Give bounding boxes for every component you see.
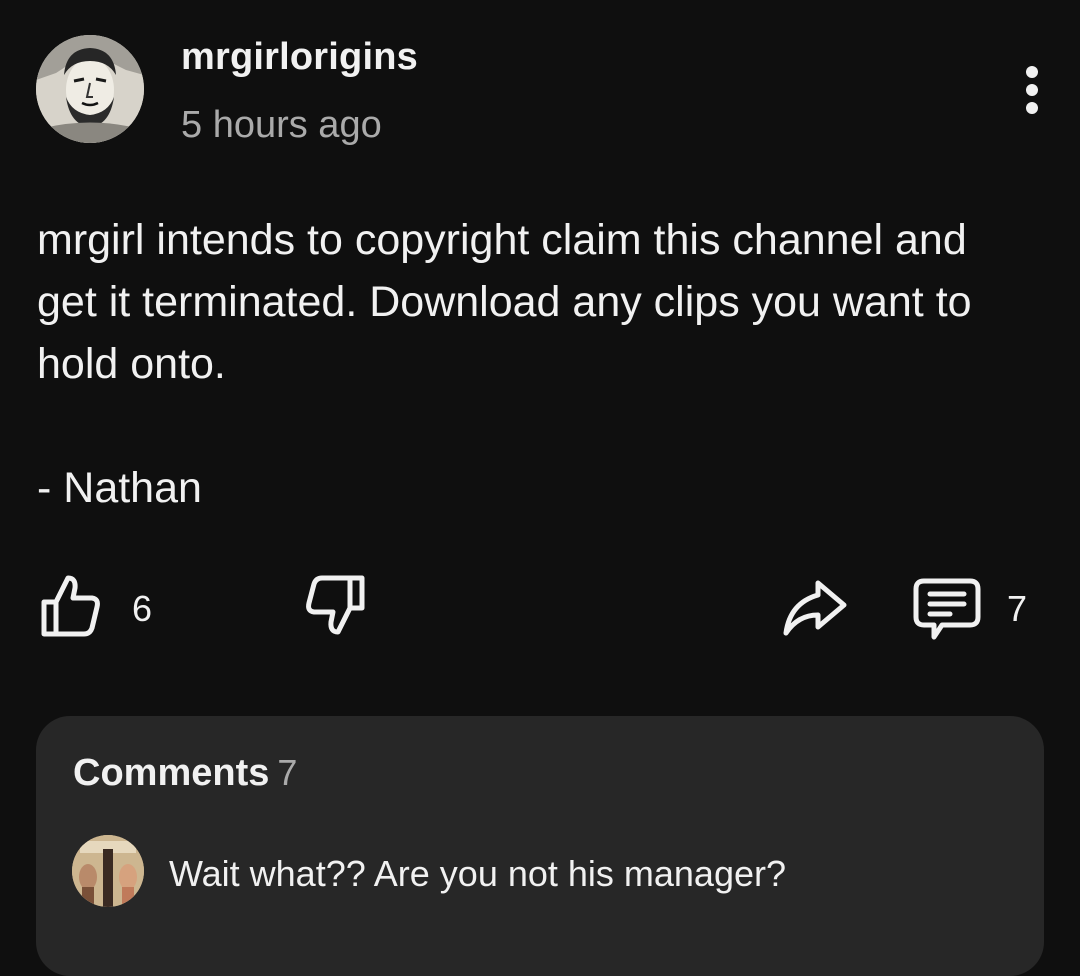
like-button[interactable] [38,572,102,638]
commenter-avatar[interactable] [72,835,144,907]
post-text: mrgirl intends to copyright claim this c… [37,216,972,388]
comments-header: Comments 7 [73,752,297,795]
thumbs-down-icon [306,575,365,635]
comment-count: 7 [1007,588,1028,629]
comment-icon [913,578,981,640]
like-count: 6 [132,588,153,629]
more-options-button[interactable] [1010,62,1054,118]
dislike-button[interactable] [302,572,368,638]
post-body: mrgirl intends to copyright claim this c… [37,209,1037,519]
comments-title: Comments [73,752,270,794]
post-timestamp: 5 hours ago [181,104,382,146]
author-avatar[interactable] [36,35,144,143]
post-signature: - Nathan [37,464,202,512]
comments-count: 7 [277,752,298,793]
thumbs-up-icon [41,575,100,637]
comment-text: Wait what?? Are you not his manager? [169,853,787,894]
share-button[interactable] [780,575,850,639]
comments-panel[interactable]: Comments 7 Wait what?? Are you not his ma… [36,716,1044,976]
comment-button[interactable] [912,577,982,641]
share-icon [783,580,847,636]
community-post: mrgirlorigins 5 hours ago mrgirl intends… [0,0,1080,976]
more-vertical-icon [1026,66,1038,114]
author-name[interactable]: mrgirlorigins [181,36,418,79]
